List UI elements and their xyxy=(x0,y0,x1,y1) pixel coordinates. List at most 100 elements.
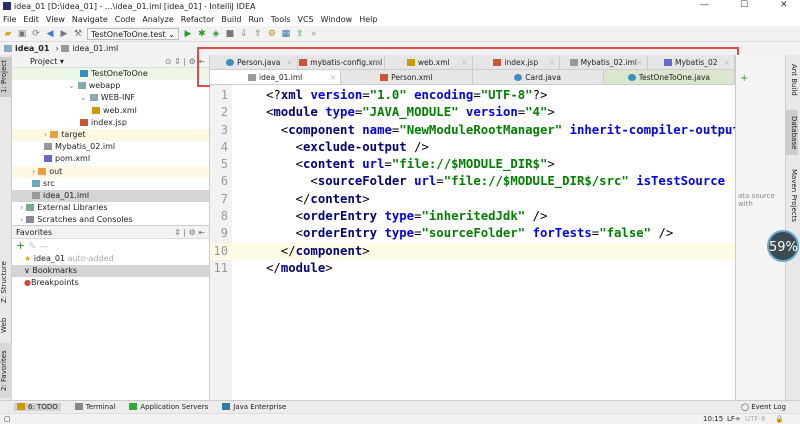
tree-item[interactable]: TestOneToOne xyxy=(12,68,209,81)
tool-window-button[interactable]: Application Servers xyxy=(129,403,208,411)
tool-tab-project[interactable]: 1: Project xyxy=(0,57,12,97)
menu-help[interactable]: Help xyxy=(359,15,377,24)
toolbar: ▰ ▣ ⟳ ◀ ▶ ⚒ TestOneToOne.test ⌄ ▶ ✱ ◈ ■ … xyxy=(0,26,800,42)
breadcrumb-item[interactable]: idea_01 xyxy=(4,44,49,53)
menu-build[interactable]: Build xyxy=(221,15,241,24)
coverage-icon[interactable]: ◈ xyxy=(211,29,221,39)
tree-item[interactable]: › target xyxy=(12,128,209,142)
run-config-select[interactable]: TestOneToOne.test ⌄ xyxy=(87,27,179,40)
code-token: "sourceFolder" xyxy=(421,226,533,241)
code-line[interactable]: <?xml version="1.0" encoding="UTF-8"?> xyxy=(232,87,735,104)
menu-file[interactable]: File xyxy=(3,15,16,24)
tool-tab-database[interactable]: Database xyxy=(786,110,798,155)
code-line[interactable]: <orderEntry type="inheritedJdk" /> xyxy=(232,208,735,225)
lock-icon[interactable]: 🔒 xyxy=(775,415,784,423)
tool-tab-structure[interactable]: Z: Structure xyxy=(0,255,12,310)
breadcrumb-item[interactable]: › idea_01.iml xyxy=(55,44,118,53)
close-button[interactable]: ✕ xyxy=(780,0,788,10)
left-tool-strip: 1: Project Z: Structure Web 2: Favorites xyxy=(0,55,12,400)
code-line[interactable]: <exclude-output /> xyxy=(232,139,735,156)
tree-item[interactable]: web.xml xyxy=(12,105,209,117)
back-icon[interactable]: ◀ xyxy=(45,29,55,39)
code-line[interactable]: </module> xyxy=(232,260,735,277)
menu-analyze[interactable]: Analyze xyxy=(142,15,174,24)
expand-arrow-icon[interactable]: ⌄ xyxy=(80,93,87,102)
code-token: component xyxy=(288,122,363,137)
tool-window-button[interactable]: Terminal xyxy=(74,403,115,411)
add-favorite-button[interactable]: + ✎ — xyxy=(12,239,209,253)
add-datasource-icon[interactable]: + xyxy=(740,73,748,84)
code-line[interactable]: <component name="NewModuleRootManager" i… xyxy=(232,122,735,139)
tree-item[interactable]: ⌄ webapp xyxy=(12,80,209,92)
deploy-icon[interactable]: ⇪ xyxy=(295,29,305,39)
tree-item[interactable]: idea_01.iml xyxy=(12,189,209,203)
tool-window-button[interactable]: Java Enterprise xyxy=(222,403,286,411)
tree-item[interactable]: index.jsp xyxy=(12,117,209,129)
expand-arrow-icon[interactable]: › xyxy=(20,203,23,212)
code-token: ?> xyxy=(532,88,548,102)
expand-arrow-icon[interactable]: ⌄ xyxy=(68,81,75,90)
project-structure-icon[interactable]: ⚙ xyxy=(267,29,277,39)
tree-item[interactable]: Mybatis_02.iml xyxy=(12,141,209,153)
breadcrumb-label: idea_01 xyxy=(15,44,50,53)
code-token: </ xyxy=(266,243,296,258)
project-panel-title[interactable]: Project xyxy=(30,57,57,66)
code-editor[interactable]: <?xml version="1.0" encoding="UTF-8"?> <m… xyxy=(232,85,735,400)
file-encoding[interactable]: UTF-8 xyxy=(745,415,765,423)
code-line[interactable]: </component> xyxy=(232,242,735,260)
menu-code[interactable]: Code xyxy=(115,15,135,24)
code-line[interactable]: <orderEntry type="sourceFolder" forTests… xyxy=(232,225,735,242)
event-log-icon: ◯ xyxy=(741,403,752,411)
save-icon[interactable]: ▣ xyxy=(17,29,27,39)
tree-item[interactable]: pom.xml xyxy=(12,153,209,165)
favorites-item[interactable]: ∨ Bookmarks xyxy=(12,265,209,278)
line-separator[interactable]: LF÷ xyxy=(727,415,741,423)
stop-icon[interactable]: ■ xyxy=(225,29,235,39)
tool-tab-ant-build[interactable]: Ant Build xyxy=(786,60,798,100)
expand-arrow-icon[interactable]: › xyxy=(44,130,47,139)
menu-run[interactable]: Run xyxy=(248,15,263,24)
tree-item[interactable]: › External Libraries xyxy=(12,202,209,214)
code-line[interactable]: <sourceFolder url="file://$MODULE_DIR$/s… xyxy=(232,173,735,190)
tool-window-button[interactable]: 6: TODO xyxy=(14,403,61,411)
favorites-item[interactable]: ●Breakpoints xyxy=(12,277,209,289)
tree-item[interactable]: ⌄ WEB-INF xyxy=(12,92,209,104)
menu-view[interactable]: View xyxy=(46,15,65,24)
sdk-icon[interactable]: ▦ xyxy=(281,29,291,39)
menu-tools[interactable]: Tools xyxy=(271,15,291,24)
sync-icon[interactable]: ⟳ xyxy=(31,29,41,39)
code-line[interactable]: </content> xyxy=(232,191,735,208)
menu-window[interactable]: Window xyxy=(321,15,353,24)
code-line[interactable]: <content url="file://$MODULE_DIR$"> xyxy=(232,156,735,173)
search-everywhere-icon[interactable]: ⌕ xyxy=(309,29,319,39)
expand-arrow-icon[interactable]: › xyxy=(20,215,23,224)
menu-refactor[interactable]: Refactor xyxy=(181,15,215,24)
code-line[interactable]: <module type="JAVA_MODULE" version="4"> xyxy=(232,104,735,121)
run-icon[interactable]: ▶ xyxy=(183,29,193,39)
menu-navigate[interactable]: Navigate xyxy=(72,15,108,24)
favorites-item[interactable]: ★ idea_01 auto-added xyxy=(12,253,209,265)
menu-vcs[interactable]: VCS xyxy=(298,15,314,24)
minimize-button[interactable]: — xyxy=(700,0,709,10)
code-token: encoding xyxy=(414,88,474,102)
tool-tab-maven[interactable]: Maven Projects xyxy=(786,163,798,228)
menu-edit[interactable]: Edit xyxy=(23,15,39,24)
vcs-commit-icon[interactable]: ⇧ xyxy=(253,29,263,39)
build-icon[interactable]: ⚒ xyxy=(73,29,83,39)
vcs-update-icon[interactable]: ⇩ xyxy=(239,29,249,39)
code-token: "false" xyxy=(599,226,659,241)
maximize-button[interactable]: ☐ xyxy=(740,0,748,10)
event-log-button[interactable]: ◯ Event Log xyxy=(741,403,786,411)
debug-icon[interactable]: ✱ xyxy=(197,29,207,39)
tool-tab-favorites[interactable]: 2: Favorites xyxy=(0,343,12,398)
toggle-tool-windows-icon[interactable]: ▢ xyxy=(4,415,11,423)
caret-position[interactable]: 10:15 xyxy=(703,415,723,423)
forward-icon[interactable]: ▶ xyxy=(59,29,69,39)
expand-arrow-icon[interactable]: › xyxy=(32,167,35,176)
favorites-settings-icon[interactable]: ⇕ | ⚙ ⇤ xyxy=(174,228,205,237)
tree-item[interactable]: › out xyxy=(12,165,209,178)
tree-item[interactable]: src xyxy=(12,178,209,190)
tree-item-label: Mybatis_02.iml xyxy=(55,142,116,152)
open-folder-icon[interactable]: ▰ xyxy=(3,29,13,39)
tool-tab-web[interactable]: Web xyxy=(0,313,12,337)
